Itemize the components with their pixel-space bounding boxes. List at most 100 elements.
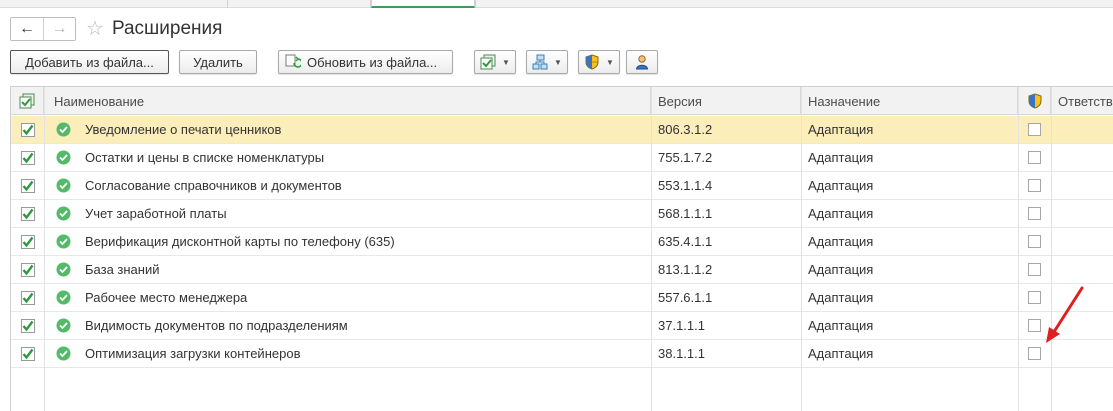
active-checkbox[interactable] — [11, 144, 44, 171]
extension-purpose: Адаптация — [808, 290, 874, 305]
version-cell: 553.1.1.4 — [651, 172, 801, 199]
tab[interactable] — [0, 0, 228, 8]
chevron-down-icon: ▼ — [606, 57, 614, 67]
check-circle-icon — [56, 122, 71, 137]
extension-purpose: Адаптация — [808, 178, 874, 193]
purpose-cell: Адаптация — [801, 172, 1018, 199]
safe-mode-checkbox[interactable] — [1018, 228, 1051, 255]
nav-buttons: ← → — [10, 17, 76, 41]
tab[interactable] — [228, 0, 371, 8]
safe-mode-checkbox[interactable] — [1018, 256, 1051, 283]
tab-divider — [475, 0, 476, 8]
safe-mode-checkbox[interactable] — [1018, 172, 1051, 199]
name-cell: Видимость документов по подразделениям — [44, 312, 651, 339]
update-from-file-button[interactable]: Обновить из файла... — [278, 50, 453, 74]
active-checkbox[interactable] — [11, 340, 44, 367]
extension-version: 568.1.1.1 — [658, 206, 713, 221]
forward-button[interactable]: → — [43, 18, 75, 40]
checkbox-checked-icon — [21, 206, 35, 221]
security-dropdown[interactable]: ▼ — [578, 50, 620, 74]
table-row[interactable]: Уведомление о печати ценников 806.3.1.2 Ад… — [11, 116, 1113, 144]
name-cell: Согласование справочников и документов — [44, 172, 651, 199]
tab-active[interactable] — [371, 0, 475, 8]
back-button[interactable]: ← — [11, 18, 43, 40]
chevron-down-icon: ▼ — [502, 57, 510, 67]
active-checkbox[interactable] — [11, 312, 44, 339]
version-cell: 557.6.1.1 — [651, 284, 801, 311]
name-cell: Рабочее место менеджера — [44, 284, 651, 311]
user-icon — [635, 55, 649, 70]
table-row[interactable]: Рабочее место менеджера 557.6.1.1 Адаптаци… — [11, 284, 1113, 312]
active-checkbox[interactable] — [11, 116, 44, 143]
extension-version: 38.1.1.1 — [658, 346, 705, 361]
table-row[interactable]: База знаний 813.1.1.2 Адаптация — [11, 256, 1113, 284]
shield-icon — [585, 54, 599, 70]
check-list-icon — [480, 54, 496, 70]
extension-purpose: Адаптация — [808, 206, 874, 221]
delete-button[interactable]: Удалить — [179, 50, 257, 74]
column-purpose-label: Назначение — [808, 93, 881, 109]
active-checkbox[interactable] — [11, 172, 44, 199]
column-safe-mode[interactable] — [1018, 87, 1051, 115]
extension-name: База знаний — [85, 262, 160, 277]
check-circle-icon — [56, 262, 71, 277]
checkbox-unchecked-icon — [1028, 179, 1041, 192]
version-cell: 38.1.1.1 — [651, 340, 801, 367]
star-icon[interactable]: ☆ — [86, 19, 104, 39]
column-name[interactable]: Наименование — [44, 87, 651, 115]
column-responsible-label: Ответств — [1058, 93, 1113, 109]
column-active[interactable] — [11, 87, 44, 115]
purpose-cell: Адаптация — [801, 312, 1018, 339]
extension-name: Остатки и цены в списке номенклатуры — [85, 150, 325, 165]
active-checkbox[interactable] — [11, 200, 44, 227]
name-cell: Уведомление о печати ценников — [44, 116, 651, 143]
safe-mode-checkbox[interactable] — [1018, 144, 1051, 171]
delete-label: Удалить — [193, 54, 243, 70]
table-row[interactable]: Учет заработной платы 568.1.1.1 Адаптация — [11, 200, 1113, 228]
arrow-right-icon: → — [51, 20, 68, 37]
name-cell: Учет заработной платы — [44, 200, 651, 227]
extension-name: Рабочее место менеджера — [85, 290, 248, 305]
table-header: Наименование Версия Назначение Ответств — [11, 87, 1113, 115]
extension-purpose: Адаптация — [808, 234, 874, 249]
check-circle-icon — [56, 178, 71, 193]
version-cell: 635.4.1.1 — [651, 228, 801, 255]
table-row[interactable]: Согласование справочников и документов 55… — [11, 172, 1113, 200]
active-checkbox[interactable] — [11, 228, 44, 255]
safe-mode-checkbox[interactable] — [1018, 200, 1051, 227]
page-title: Расширения — [111, 18, 223, 39]
user-button[interactable] — [626, 50, 658, 74]
extension-version: 557.6.1.1 — [658, 290, 713, 305]
check-circle-icon — [56, 234, 71, 249]
chevron-down-icon: ▼ — [554, 57, 562, 67]
structure-dropdown[interactable]: ▼ — [526, 50, 568, 74]
extension-purpose: Адаптация — [808, 346, 874, 361]
tab-strip — [0, 0, 1113, 8]
title-bar: ← → ☆ Расширения — [10, 16, 222, 42]
extension-version: 813.1.1.2 — [658, 262, 713, 277]
checkbox-unchecked-icon — [1028, 207, 1041, 220]
safe-mode-checkbox[interactable] — [1018, 116, 1051, 143]
column-version[interactable]: Версия — [651, 87, 801, 115]
extension-purpose: Адаптация — [808, 318, 874, 333]
checkbox-checked-icon — [21, 234, 35, 249]
purpose-cell: Адаптация — [801, 144, 1018, 171]
version-cell: 813.1.1.2 — [651, 256, 801, 283]
table-row[interactable]: Видимость документов по подразделениям 37… — [11, 312, 1113, 340]
name-cell: Верификация дисконтной карты по телефону… — [44, 228, 651, 255]
active-checkbox[interactable] — [11, 284, 44, 311]
refresh-file-icon — [285, 54, 301, 68]
active-checkbox[interactable] — [11, 256, 44, 283]
column-purpose[interactable]: Назначение — [801, 87, 1018, 115]
table-row[interactable]: Остатки и цены в списке номенклатуры 755.… — [11, 144, 1113, 172]
table-row[interactable]: Верификация дисконтной карты по телефону… — [11, 228, 1113, 256]
checkbox-checked-icon — [21, 290, 35, 305]
add-from-file-button[interactable]: Добавить из файла... — [10, 50, 169, 74]
extension-purpose: Адаптация — [808, 262, 874, 277]
column-responsible[interactable]: Ответств — [1051, 87, 1113, 115]
extension-version: 635.4.1.1 — [658, 234, 713, 249]
name-cell: Остатки и цены в списке номенклатуры — [44, 144, 651, 171]
table-row[interactable]: Оптимизация загрузки контейнеров 38.1.1.1… — [11, 340, 1113, 368]
add-from-file-label: Добавить из файла... — [25, 54, 154, 70]
check-all-dropdown[interactable]: ▼ — [474, 50, 516, 74]
